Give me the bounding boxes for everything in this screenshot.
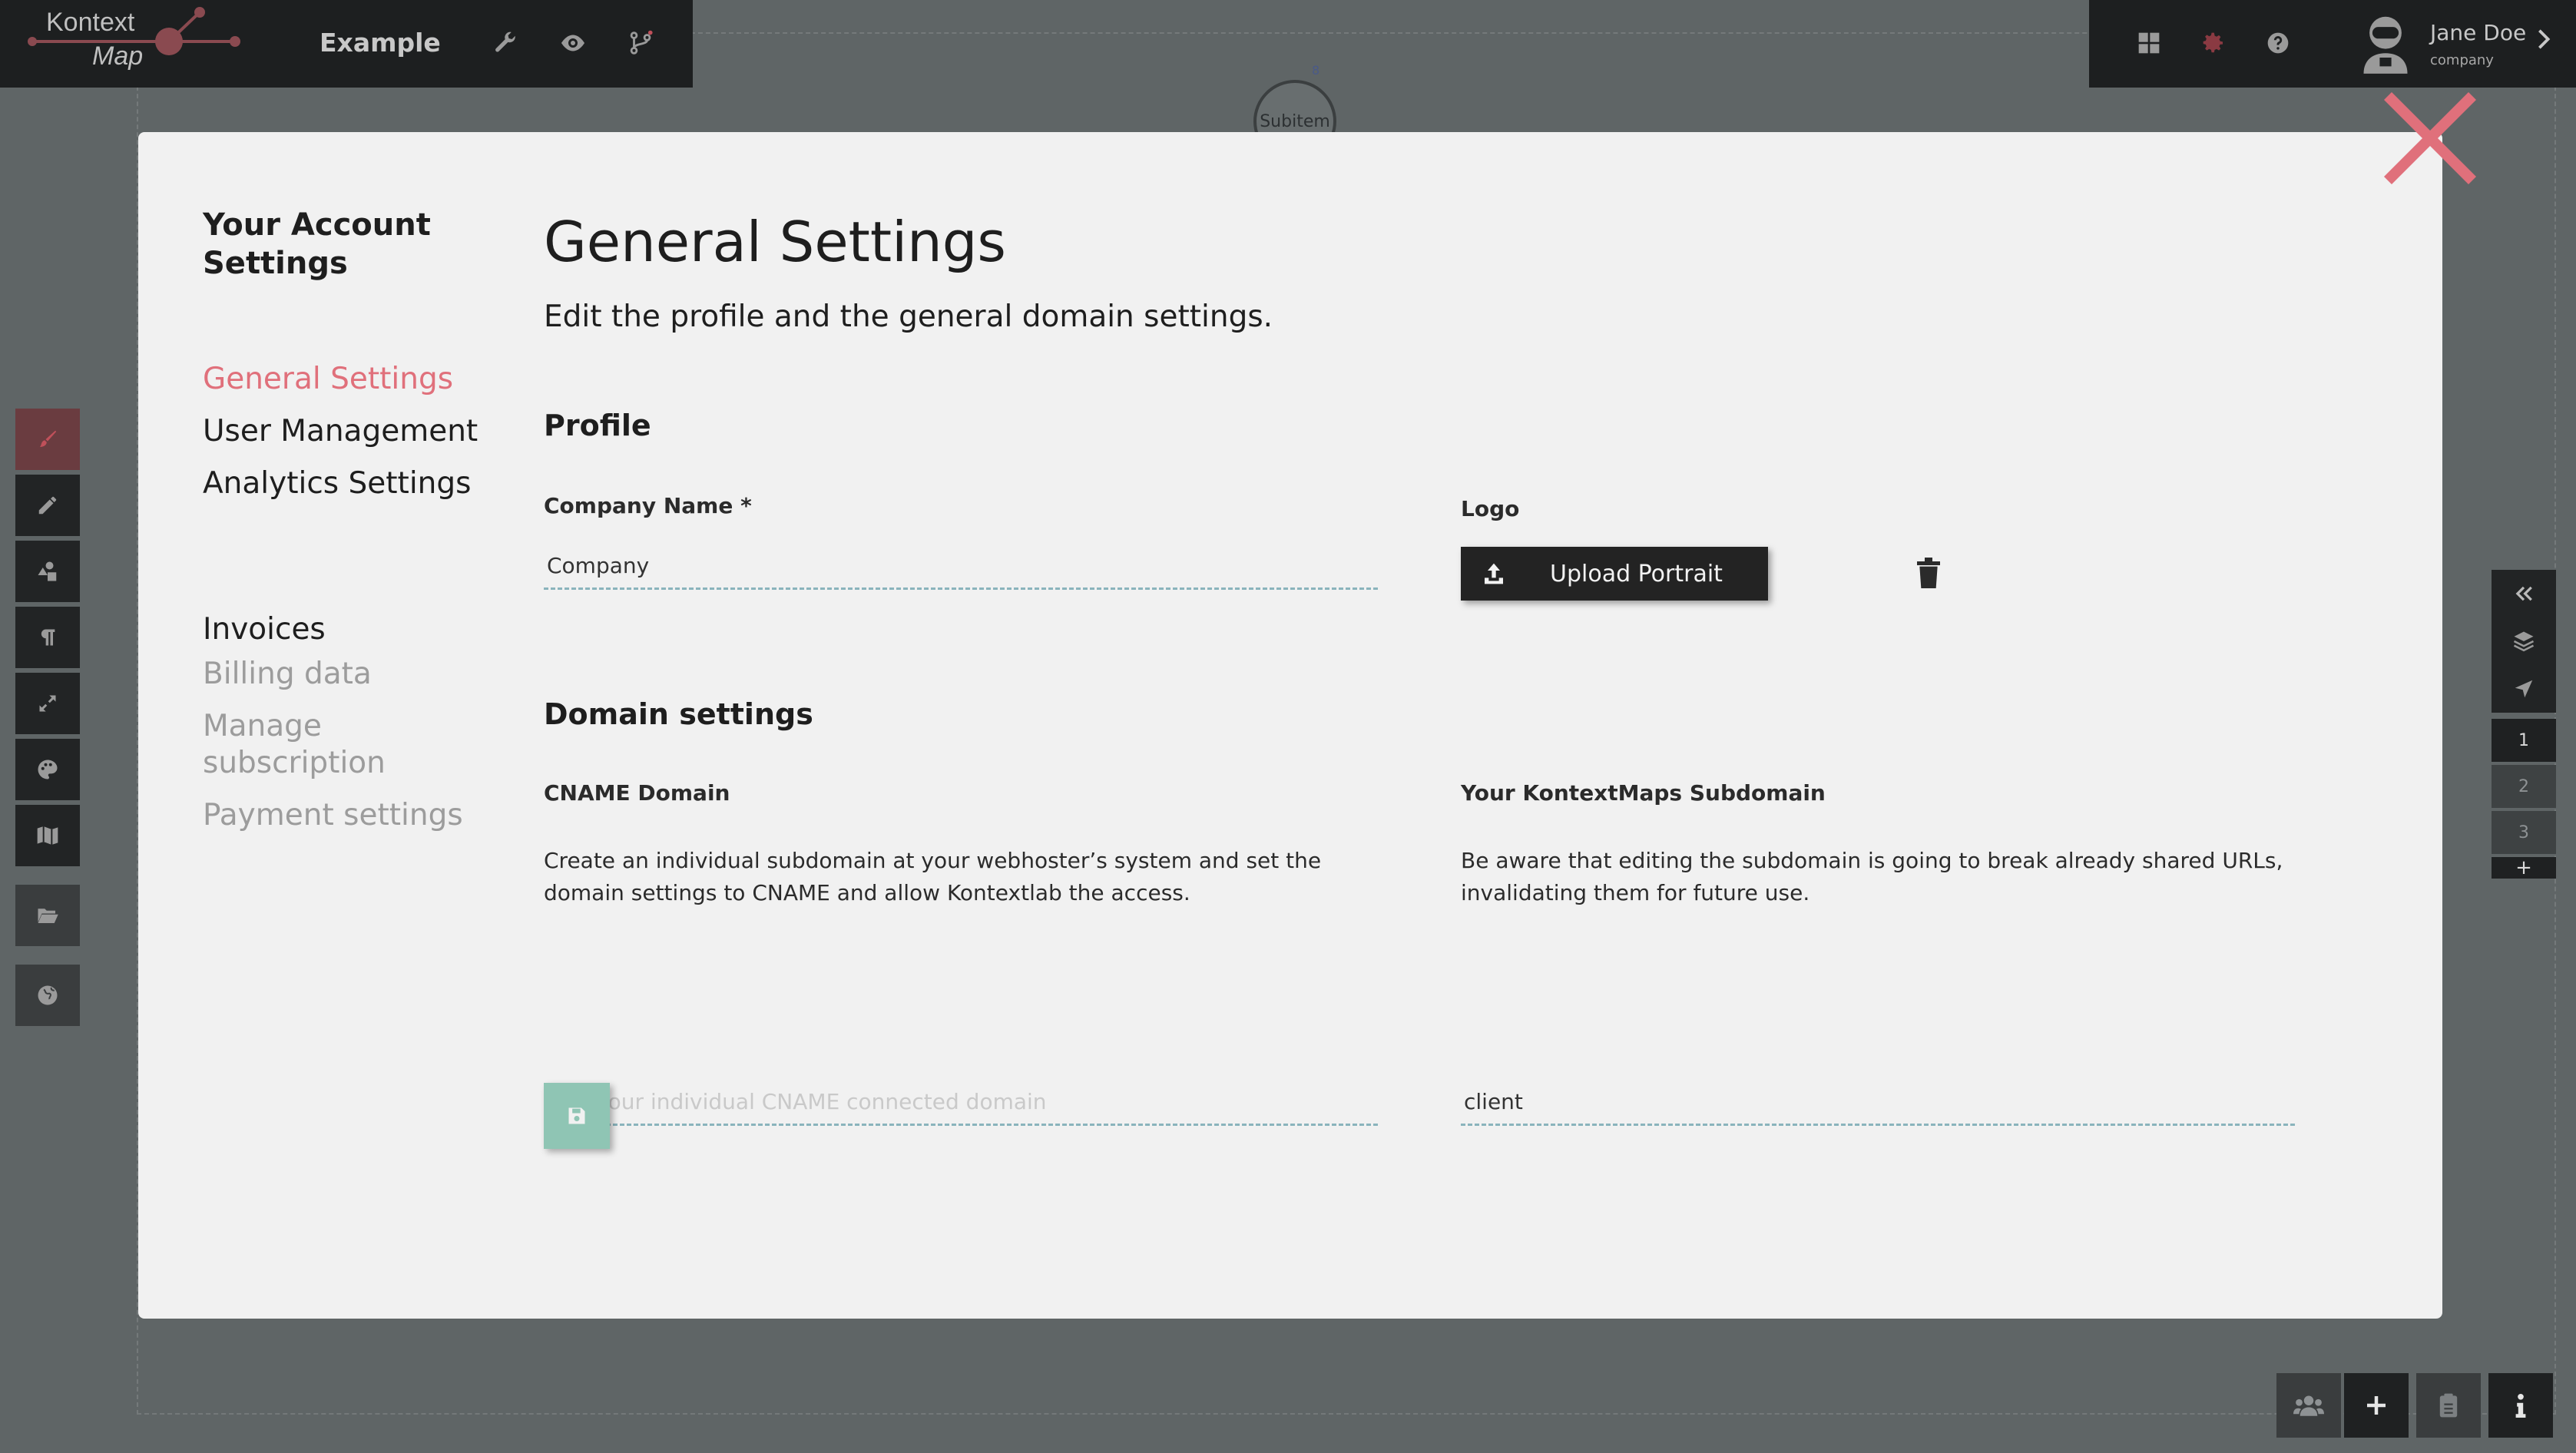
bottom-toolbar: [2273, 1373, 2553, 1438]
clipboard-icon: [2439, 1393, 2458, 1418]
top-bar-right: Jane Doe company: [2089, 0, 2576, 88]
grid-icon[interactable]: [2132, 26, 2166, 60]
gear-icon[interactable]: [2197, 26, 2230, 60]
paragraph-icon: [41, 629, 55, 646]
resize-tool-button[interactable]: [15, 673, 80, 734]
text-tool-button[interactable]: [15, 607, 80, 668]
nav-analytics-settings[interactable]: Analytics Settings: [203, 458, 510, 510]
save-icon: [568, 1107, 585, 1124]
palette-icon: [38, 760, 58, 779]
logo-label: Logo: [1461, 496, 1520, 521]
nav-general-settings[interactable]: General Settings: [203, 353, 510, 405]
cname-domain-input[interactable]: [544, 1080, 1378, 1126]
trash-icon[interactable]: [1915, 558, 1946, 588]
brush-tool-button[interactable]: [15, 409, 80, 470]
add-page-button[interactable]: +: [2492, 856, 2556, 879]
clipboard-button[interactable]: [2416, 1373, 2481, 1438]
palette-tool-button[interactable]: [15, 739, 80, 800]
page-subtitle: Edit the profile and the general domain …: [544, 300, 1273, 334]
upload-portrait-button[interactable]: Upload Portrait: [1461, 547, 1768, 601]
eye-icon[interactable]: [556, 26, 590, 60]
pencil-tool-button[interactable]: [15, 475, 80, 536]
logo-text-secondary: Map: [92, 41, 144, 71]
top-tools: [488, 26, 657, 60]
upload-icon: [1461, 561, 1527, 586]
logo-text: Kontext: [46, 8, 135, 37]
nav-billing-data[interactable]: Billing data: [203, 656, 510, 693]
subdomain-description: Be aware that editing the subdomain is g…: [1461, 848, 2283, 905]
info-icon: [2515, 1393, 2526, 1418]
double-chevron-left-icon: [2515, 586, 2532, 601]
user-company: company: [2430, 52, 2494, 68]
map-tool-button[interactable]: [15, 805, 80, 866]
subdomain-input[interactable]: [1461, 1080, 2295, 1126]
location-arrow-icon: [2515, 680, 2533, 698]
top-bar-left: Kontext Map Example: [0, 0, 693, 88]
company-name-label: Company Name *: [544, 493, 752, 518]
collapse-panel-button[interactable]: [2492, 570, 2556, 617]
pencil-icon: [38, 496, 57, 515]
expand-icon: [39, 695, 56, 712]
left-toolbar: [15, 409, 80, 1031]
settings-nav: Your Account Settings General Settings U…: [203, 206, 510, 849]
subdomain-label: Your KontextMaps Subdomain: [1461, 780, 1826, 806]
upload-portrait-label: Upload Portrait: [1550, 560, 1723, 587]
profile-heading: Profile: [544, 409, 651, 442]
app-logo[interactable]: Kontext Map: [0, 0, 253, 88]
project-title[interactable]: Example: [320, 28, 441, 58]
cname-domain-label: CNAME Domain: [544, 780, 730, 806]
company-name-input[interactable]: [544, 544, 1378, 590]
avatar[interactable]: [2356, 12, 2415, 74]
nav-invoices[interactable]: Invoices: [203, 604, 510, 656]
globe-icon: [38, 985, 58, 1005]
shapes-tool-button[interactable]: [15, 541, 80, 602]
add-button[interactable]: [2344, 1373, 2409, 1438]
navigate-button[interactable]: [2492, 665, 2556, 713]
page-list: 1 2 3 +: [2492, 719, 2556, 879]
subitem-label: Subitem: [1260, 111, 1330, 131]
map-icon: [37, 826, 58, 845]
globe-button[interactable]: [15, 965, 80, 1026]
wrench-icon[interactable]: [488, 26, 522, 60]
settings-content: General Settings Edit the profile and th…: [544, 207, 2387, 334]
page-button-1[interactable]: 1: [2492, 719, 2556, 762]
account-settings-modal: Your Account Settings General Settings U…: [138, 132, 2442, 1319]
nav-user-management[interactable]: User Management: [203, 405, 510, 458]
user-name[interactable]: Jane Doe: [2430, 20, 2526, 45]
nav-manage-subscription[interactable]: Manage subscription: [203, 708, 510, 782]
layers-button[interactable]: [2492, 617, 2556, 665]
shapes-icon: [38, 561, 57, 581]
page-title: General Settings: [544, 210, 1006, 274]
folder-open-icon: [38, 909, 58, 923]
nav-payment-settings[interactable]: Payment settings: [203, 797, 510, 834]
users-icon: [2293, 1395, 2324, 1416]
page-button-2[interactable]: 2: [2492, 765, 2556, 808]
subitem-badge: 8: [1312, 63, 1320, 78]
save-button[interactable]: [544, 1083, 610, 1149]
domain-settings-heading: Domain settings: [544, 697, 813, 731]
info-button[interactable]: [2488, 1373, 2553, 1438]
chevron-right-icon[interactable]: [2536, 28, 2551, 54]
cname-description: Create an individual subdomain at your w…: [544, 848, 1322, 905]
right-panel: 1 2 3 +: [2492, 570, 2556, 879]
users-button[interactable]: [2276, 1373, 2341, 1438]
layers-icon: [2513, 631, 2535, 652]
branch-icon[interactable]: [624, 26, 657, 60]
page-button-3[interactable]: 3: [2492, 811, 2556, 854]
close-icon[interactable]: [2379, 88, 2481, 189]
plus-icon: [2367, 1396, 2386, 1415]
brush-icon: [40, 430, 57, 447]
help-icon[interactable]: [2261, 26, 2295, 60]
settings-nav-title: Your Account Settings: [203, 207, 431, 281]
open-folder-button[interactable]: [15, 885, 80, 946]
